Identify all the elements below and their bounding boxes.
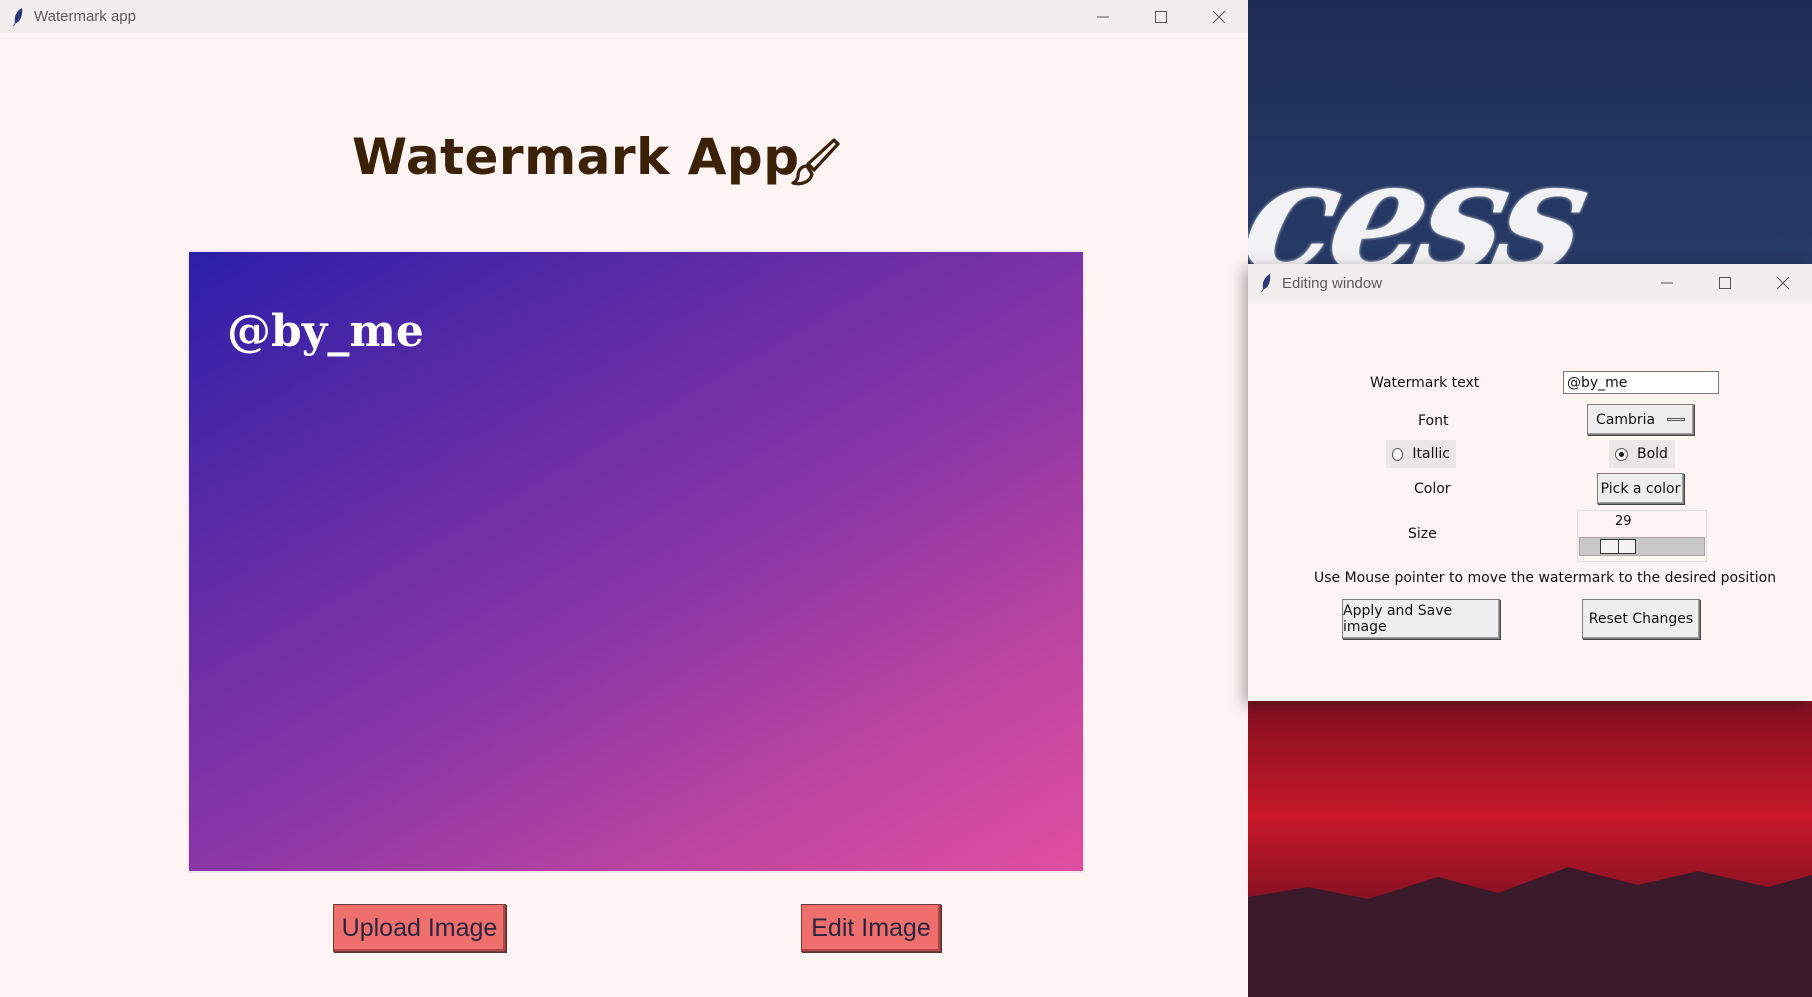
size-value: 29: [1615, 514, 1632, 529]
bold-label: Bold: [1637, 446, 1668, 462]
watermark-text-label: Watermark text: [1370, 375, 1480, 391]
font-dropdown-value: Cambria: [1596, 411, 1656, 428]
reset-changes-button[interactable]: Reset Changes: [1582, 599, 1700, 639]
minimize-button[interactable]: [1074, 0, 1132, 33]
close-icon: [1213, 10, 1225, 23]
italic-option[interactable]: Itallic: [1386, 440, 1456, 468]
watermark-text-input[interactable]: [1563, 371, 1719, 394]
maximize-icon: [1155, 10, 1167, 23]
app-heading: Watermark App: [352, 128, 800, 186]
watermark-preview[interactable]: @by_me: [227, 306, 424, 357]
position-hint: Use Mouse pointer to move the watermark …: [1314, 570, 1777, 586]
minimize-button[interactable]: [1638, 264, 1696, 302]
feather-icon: [1261, 274, 1271, 292]
main-titlebar: Watermark app: [0, 0, 1248, 33]
main-window: Watermark app Watermark App @by_me Uploa…: [0, 0, 1248, 997]
main-window-title: Watermark app: [34, 8, 136, 25]
size-slider[interactable]: [1579, 537, 1705, 556]
maximize-icon: [1719, 277, 1731, 289]
color-label: Color: [1414, 481, 1451, 497]
upload-image-button[interactable]: Upload Image: [333, 904, 506, 952]
bold-option[interactable]: Bold: [1609, 440, 1675, 468]
close-button[interactable]: [1190, 0, 1248, 33]
dropdown-indicator-icon: [1667, 418, 1685, 421]
feather-icon: [13, 7, 23, 26]
close-icon: [1777, 277, 1789, 289]
paintbrush-icon: [791, 138, 840, 186]
italic-label: Itallic: [1412, 446, 1450, 462]
wallpaper-mountain-ridge: [1248, 867, 1812, 997]
font-dropdown[interactable]: Cambria: [1587, 404, 1694, 435]
maximize-button[interactable]: [1132, 0, 1190, 33]
image-canvas[interactable]: @by_me: [187, 250, 1085, 873]
italic-radio[interactable]: [1392, 447, 1404, 461]
edit-image-button[interactable]: Edit Image: [801, 904, 941, 952]
size-slider-handle[interactable]: [1600, 539, 1636, 554]
pick-color-button[interactable]: Pick a color: [1597, 473, 1684, 504]
apply-save-button[interactable]: Apply and Save image: [1342, 599, 1500, 639]
edit-window-title: Editing window: [1282, 274, 1383, 292]
minimize-icon: [1097, 16, 1109, 17]
edit-titlebar: Editing window: [1248, 264, 1812, 302]
editing-window: Editing window Watermark text Font Cambr…: [1248, 264, 1812, 701]
minimize-icon: [1661, 282, 1673, 284]
bold-radio[interactable]: [1615, 447, 1628, 461]
size-label: Size: [1408, 526, 1437, 542]
maximize-button[interactable]: [1696, 264, 1754, 302]
font-label: Font: [1418, 413, 1449, 429]
close-button[interactable]: [1754, 264, 1812, 302]
